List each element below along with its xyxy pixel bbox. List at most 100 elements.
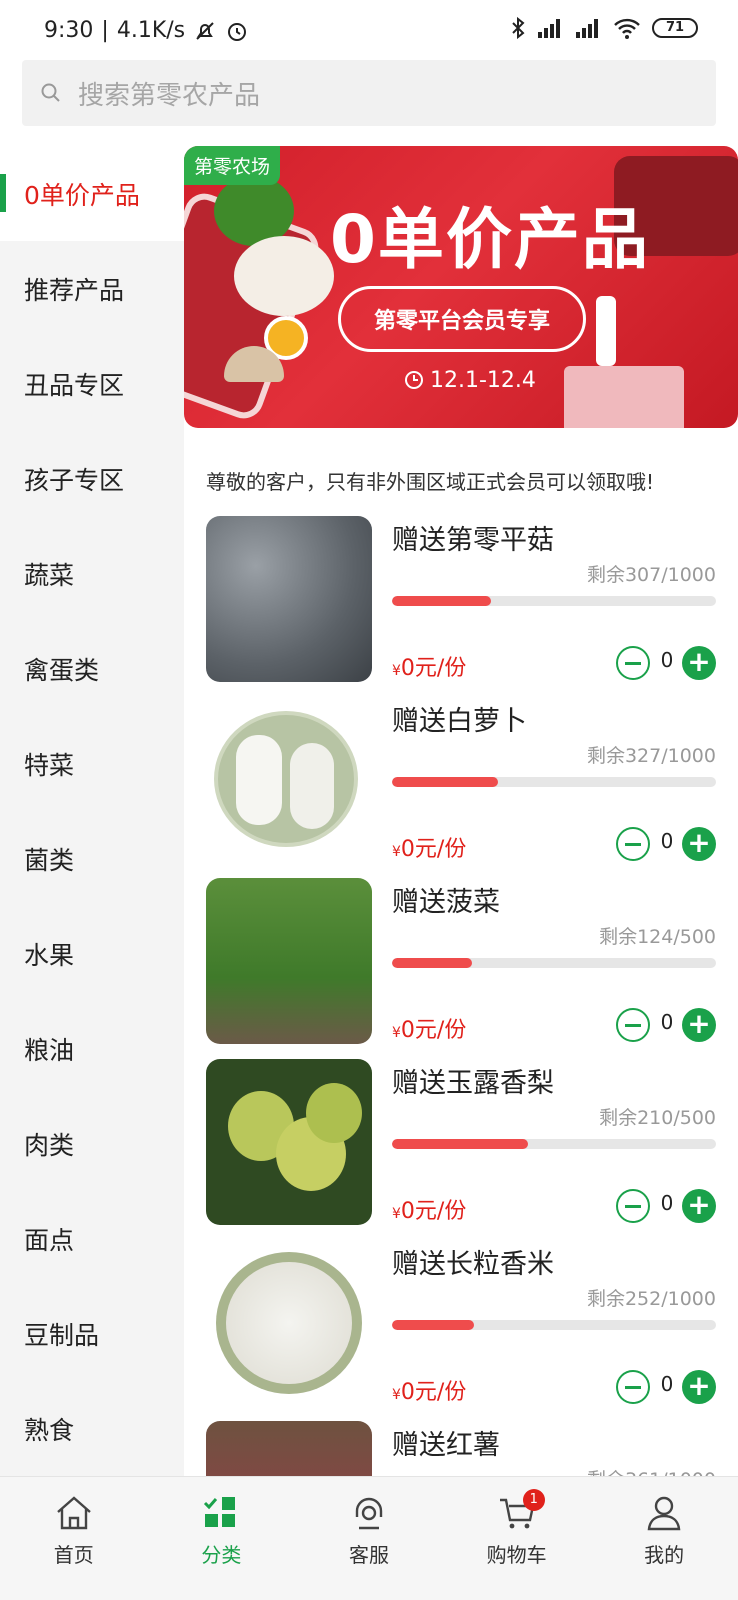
chef-figure <box>596 296 616 366</box>
sidebar-item-recommended[interactable]: 推荐产品 <box>0 241 184 336</box>
home-icon <box>57 1496 91 1530</box>
sidebar-item-poultry-eggs[interactable]: 禽蛋类 <box>0 621 184 716</box>
product-image-white-radish[interactable] <box>206 697 372 863</box>
product-name[interactable]: 赠送白萝卜 <box>392 699 527 738</box>
product-remaining: 剩余307/1000 <box>586 564 716 586</box>
alarm-icon <box>228 22 247 41</box>
product-name[interactable]: 赠送第零平菇 <box>392 518 554 557</box>
product-name[interactable]: 赠送菠菜 <box>392 880 500 919</box>
increase-button[interactable]: + <box>682 646 716 680</box>
product-name[interactable]: 赠送玉露香梨 <box>392 1061 554 1100</box>
product-image-sweet-potato[interactable] <box>206 1421 372 1476</box>
product-image-oyster-mushroom[interactable] <box>206 516 372 682</box>
cart-badge: 1 <box>522 1489 545 1511</box>
stock-progress-fill <box>392 596 492 606</box>
decrease-button[interactable] <box>616 1189 650 1223</box>
product-price: ¥0元/份 <box>392 837 467 862</box>
product-price: ¥0元/份 <box>392 1018 467 1043</box>
search-bar[interactable]: 搜索第零农产品 <box>22 60 716 126</box>
product-remaining: 剩余124/500 <box>599 926 716 948</box>
status-time: 9:30 <box>44 18 94 43</box>
product-image-rice[interactable] <box>206 1240 372 1406</box>
product-name[interactable]: 赠送红薯 <box>392 1423 500 1462</box>
farm-tag: 第零农场 <box>184 146 281 185</box>
tab-label: 首页 <box>53 1543 94 1567</box>
tab-customer-service[interactable]: 客服 <box>295 1477 443 1600</box>
tab-label: 购物车 <box>486 1543 547 1567</box>
product-price: ¥0元/份 <box>392 1199 467 1224</box>
stock-progress-fill <box>392 958 473 968</box>
tab-cart[interactable]: 1 购物车 <box>443 1477 591 1600</box>
bottom-tab-bar: 首页 分类 客服 1 购物车 我的 <box>0 1476 738 1600</box>
search-placeholder: 搜索第零农产品 <box>78 80 261 111</box>
sidebar-item-ugly-products[interactable]: 丑品专区 <box>0 336 184 431</box>
product-image-spinach[interactable] <box>206 878 372 1044</box>
tab-label: 客服 <box>348 1543 389 1567</box>
product-name[interactable]: 赠送长粒香米 <box>392 1242 554 1281</box>
stock-progress-fill <box>392 1320 474 1330</box>
tab-home[interactable]: 首页 <box>0 1477 148 1600</box>
product-price: ¥0元/份 <box>392 656 467 681</box>
product-remaining: 剩余252/1000 <box>586 1288 716 1310</box>
tab-label: 我的 <box>644 1543 685 1567</box>
sidebar-item-special-vegetables[interactable]: 特菜 <box>0 716 184 811</box>
product-remaining: 剩余361/1000 <box>587 1465 716 1476</box>
pork-decoration <box>564 366 684 428</box>
decrease-button[interactable] <box>616 1008 650 1042</box>
quantity-value: 0 <box>660 1010 674 1034</box>
bluetooth-icon <box>512 16 525 40</box>
sidebar-item-vegetables[interactable]: 蔬菜 <box>0 526 184 621</box>
member-notice: 尊敬的客户，只有非外围区域正式会员可以领取哦! <box>206 470 655 494</box>
banner-subtitle: 第零平台会员专享 <box>338 286 586 352</box>
quantity-value: 0 <box>660 829 674 853</box>
quantity-value: 0 <box>660 648 674 672</box>
product-item[interactable]: 赠送长粒香米 剩余252/1000 ¥0元/份 0 + <box>206 1240 716 1406</box>
sidebar-item-zero-price[interactable]: 0单价产品 <box>0 146 184 241</box>
quantity-value: 0 <box>660 1372 674 1396</box>
stock-progress-fill <box>392 777 498 787</box>
decrease-button[interactable] <box>616 1370 650 1404</box>
network-speed: 4.1K/s <box>116 18 186 43</box>
tab-label: 分类 <box>201 1543 242 1567</box>
decrease-button[interactable] <box>616 827 650 861</box>
tab-category[interactable]: 分类 <box>148 1477 296 1600</box>
sidebar-item-grain-oil[interactable]: 粮油 <box>0 1001 184 1096</box>
promo-banner[interactable]: 第零农场 0单价产品 第零平台会员专享 12.1-12.4 <box>184 146 738 428</box>
product-image-pear[interactable] <box>206 1059 372 1225</box>
sidebar-item-kids[interactable]: 孩子专区 <box>0 431 184 526</box>
product-price: ¥0元/份 <box>392 1380 467 1405</box>
product-item[interactable]: 赠送红薯 剩余361/1000 <box>206 1421 716 1476</box>
wifi-icon <box>614 18 640 39</box>
stock-progress-bar <box>392 1139 716 1149</box>
stock-progress-fill <box>392 1139 529 1149</box>
mute-icon <box>196 21 214 40</box>
increase-button[interactable]: + <box>682 1370 716 1404</box>
sidebar-item-fruits[interactable]: 水果 <box>0 906 184 1001</box>
user-icon <box>647 1496 681 1531</box>
product-item[interactable]: 赠送菠菜 剩余124/500 ¥0元/份 0 + <box>206 878 716 1044</box>
signal-icon <box>576 19 598 38</box>
product-item[interactable]: 赠送玉露香梨 剩余210/500 ¥0元/份 0 + <box>206 1059 716 1225</box>
banner-title: 0单价产品 <box>330 201 650 278</box>
battery-indicator: 71 <box>652 18 698 38</box>
sidebar-item-meat[interactable]: 肉类 <box>0 1096 184 1191</box>
clock-icon <box>405 371 423 389</box>
signal-icon <box>538 19 560 38</box>
sidebar-item-mushrooms[interactable]: 菌类 <box>0 811 184 906</box>
increase-button[interactable]: + <box>682 827 716 861</box>
sidebar-item-soy-products[interactable]: 豆制品 <box>0 1286 184 1381</box>
search-icon <box>41 83 60 102</box>
chicken-decoration <box>234 236 334 316</box>
increase-button[interactable]: + <box>682 1189 716 1223</box>
status-bar: 9:30 | 4.1K/s 71 <box>0 0 738 60</box>
quantity-value: 0 <box>660 1191 674 1215</box>
increase-button[interactable]: + <box>682 1008 716 1042</box>
sidebar-item-cooked-food[interactable]: 熟食 <box>0 1381 184 1476</box>
stock-progress-bar <box>392 596 716 606</box>
decrease-button[interactable] <box>616 646 650 680</box>
sidebar-item-pastry[interactable]: 面点 <box>0 1191 184 1286</box>
tab-profile[interactable]: 我的 <box>590 1477 738 1600</box>
category-sidebar: 0单价产品 推荐产品 丑品专区 孩子专区 蔬菜 禽蛋类 特菜 菌类 水果 粮油 … <box>0 146 184 1476</box>
product-item[interactable]: 赠送第零平菇 剩余307/1000 ¥0元/份 0 + <box>206 516 716 682</box>
product-item[interactable]: 赠送白萝卜 剩余327/1000 ¥0元/份 0 + <box>206 697 716 863</box>
